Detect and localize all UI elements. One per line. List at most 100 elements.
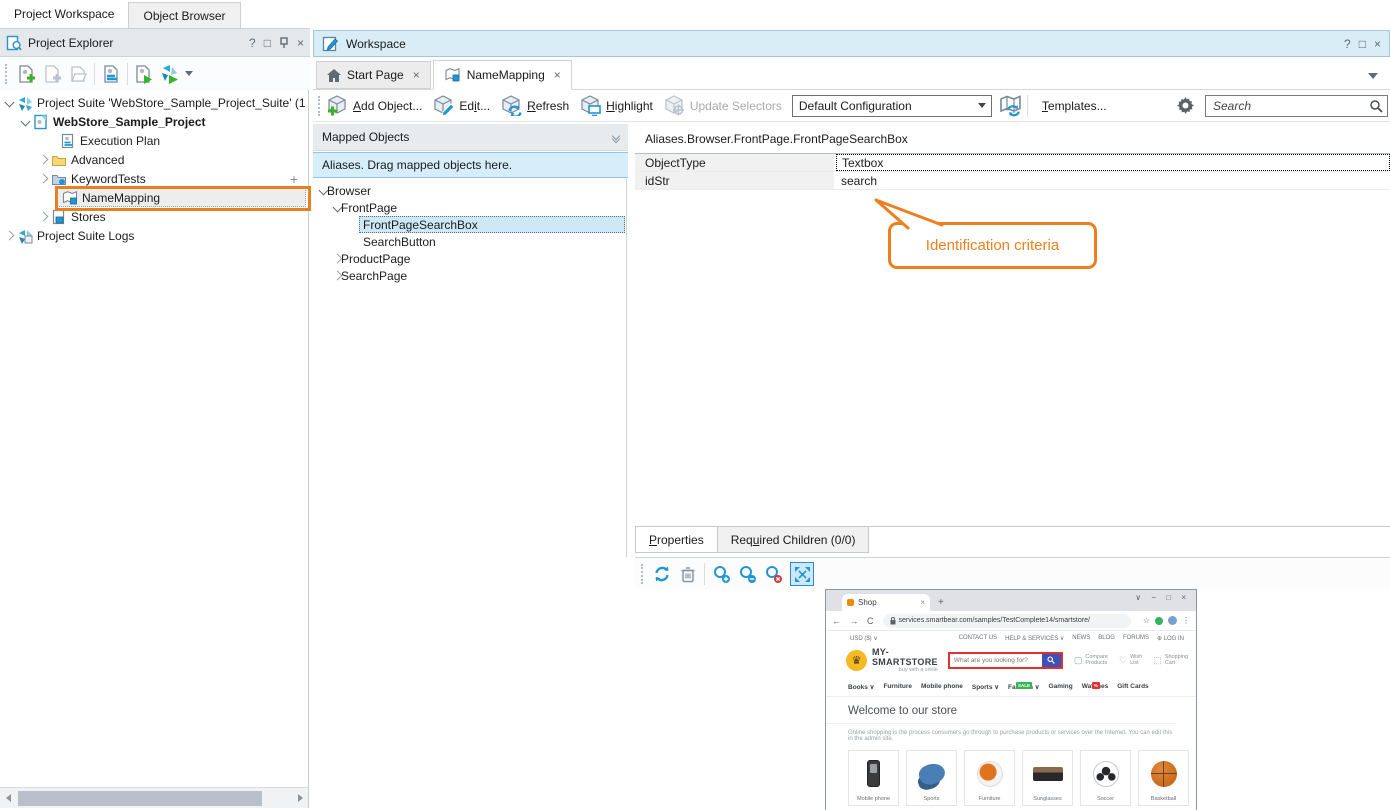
tree-item-advanced[interactable]: Advanced [0,150,308,169]
home-icon [327,69,341,82]
help-icon[interactable]: ? [249,36,256,50]
category-label: Mobile phone [857,796,890,802]
help-icon[interactable]: ? [1344,37,1351,51]
basketball-image [1151,761,1177,787]
nav-gaming: Gaming [1049,683,1073,691]
tree-item-name-mapping[interactable]: NameMapping [0,188,308,207]
mapped-item-product-page[interactable]: ProductPage [313,250,626,267]
fit-to-screen-icon[interactable] [790,562,814,586]
aliases-hint-label: Aliases. Drag mapped objects here. [322,158,512,172]
add-new-item-icon[interactable] [13,61,39,87]
tree-item-execution-plan[interactable]: Execution Plan [0,131,308,150]
chevron-right-icon[interactable] [39,174,49,184]
url-field: services.smartbear.com/samples/TestCompl… [883,614,1131,628]
tree-item-label: KeywordTests [71,172,146,186]
mapped-item-front-page-search-box[interactable]: FrontPageSearchBox [313,216,626,233]
execution-plan-icon[interactable] [98,61,124,87]
chevron-right-icon[interactable] [39,212,49,222]
zoom-reset-icon[interactable] [760,561,786,587]
settings-gear-icon[interactable] [1177,97,1194,114]
aliases-drop-area[interactable]: Aliases. Drag mapped objects here. [313,152,628,178]
chevron-down-icon[interactable] [5,98,15,108]
category-label: Sports [924,796,940,802]
close-tab-icon[interactable]: × [554,68,561,82]
tree-item-project-suite-logs[interactable]: Project Suite Logs [0,226,308,245]
scroll-right-icon[interactable] [292,788,308,808]
scrollbar-thumb[interactable] [18,791,262,806]
properties-table: ObjectType Textbox idStr search [635,153,1390,190]
search-box[interactable] [1205,95,1388,117]
highlight-button[interactable]: Highlight [579,95,653,116]
close-tab-icon[interactable]: × [413,68,420,82]
highlight-icon [579,95,601,116]
scroll-left-icon[interactable] [0,788,16,808]
tab-start-page[interactable]: Start Page × [316,61,431,89]
mapped-item-search-button[interactable]: SearchButton [313,233,626,250]
toolbar-grip[interactable] [641,564,644,584]
tree-item-project[interactable]: WebStore_Sample_Project [0,112,308,131]
tree-item-project-suite[interactable]: Project Suite 'WebStore_Sample_Project_S… [0,93,308,112]
sale-badge: SALE [1016,682,1032,689]
zoom-out-icon[interactable] [734,561,760,587]
tree-item-stores[interactable]: Stores [0,207,308,226]
property-value[interactable]: search [836,172,1390,189]
close-icon[interactable]: × [1374,37,1381,51]
combo-dropdown-icon[interactable] [973,96,991,116]
open-item-icon-disabled[interactable] [65,61,91,87]
tab-object-browser[interactable]: Object Browser [128,2,240,28]
run-project-icon[interactable] [131,61,157,87]
mapped-object-screenshot[interactable]: Shop × + ∨ − □ × ← → C services.smartbea… [825,589,1197,810]
pin-icon[interactable] [279,37,289,49]
toolbar-grip[interactable] [318,96,321,116]
maximize-icon[interactable]: □ [1359,37,1366,51]
category-card: Mobile phone [848,750,899,806]
horizontal-scrollbar[interactable] [0,787,309,808]
tree-item-label: NameMapping [82,191,160,205]
maximize-icon[interactable]: □ [264,36,271,50]
tab-properties[interactable]: Properties [635,527,718,553]
collapse-panel-icon[interactable] [613,133,619,142]
inspector-tab-strip: Properties Required Children (0/0) [635,526,1390,553]
edit-button[interactable]: Edit... [432,95,490,116]
refresh-button[interactable]: Refresh [500,95,569,116]
tree-item-keyword-tests[interactable]: KeywordTests + [0,169,308,188]
store-nav: Books ∨ Furniture Mobile phone Sports ∨ … [826,677,1196,697]
templates-button[interactable]: Templates... [1037,99,1107,113]
configuration-select[interactable]: Default Configuration [792,95,992,117]
update-selectors-button[interactable]: Update Selectors [663,95,782,116]
map-refresh-icon[interactable] [998,93,1024,119]
wish-list-link: ♡ Wish List [1119,654,1142,666]
mapped-item-browser[interactable]: Browser [313,182,626,199]
chevron-right-icon[interactable] [5,231,15,241]
run-dropdown-caret-icon[interactable] [185,71,193,76]
new-item-icon-disabled[interactable] [39,61,65,87]
property-row[interactable]: idStr search [635,172,1390,190]
project-suite-icon [17,95,33,111]
tab-required-children[interactable]: Required Children (0/0) [718,527,870,553]
add-keyword-test-button[interactable]: + [290,171,298,187]
run-project-suite-icon[interactable] [157,61,183,87]
zoom-in-icon[interactable] [708,561,734,587]
close-icon[interactable]: × [297,36,304,50]
extension-icon [1155,617,1163,625]
add-object-button[interactable]: Add Object... [326,95,422,116]
chevron-right-icon[interactable] [39,155,49,165]
toolbar-separator [127,63,128,85]
store-search-input [950,654,1042,667]
tab-project-workspace[interactable]: Project Workspace [0,0,128,28]
search-input[interactable] [1213,99,1369,113]
object-inspector: Aliases.Browser.FrontPage.FrontPageSearc… [635,124,1390,557]
delete-icon[interactable] [675,561,701,587]
toolbar-grip[interactable] [5,64,8,84]
property-row[interactable]: ObjectType Textbox [635,154,1390,172]
mapped-item-label: SearchPage [341,269,407,283]
mapped-item-search-page[interactable]: SearchPage [313,267,626,284]
chevron-down-icon[interactable] [21,117,31,127]
refresh-preview-icon[interactable] [649,561,675,587]
browser-tab: Shop × [842,594,930,611]
browser-title-bar: Shop × + ∨ − □ × [826,590,1196,611]
mapped-item-front-page[interactable]: FrontPage [313,199,626,216]
tab-list-dropdown-icon[interactable] [1368,73,1378,79]
property-value[interactable]: Textbox [836,154,1390,171]
tab-name-mapping[interactable]: NameMapping × [433,60,572,90]
